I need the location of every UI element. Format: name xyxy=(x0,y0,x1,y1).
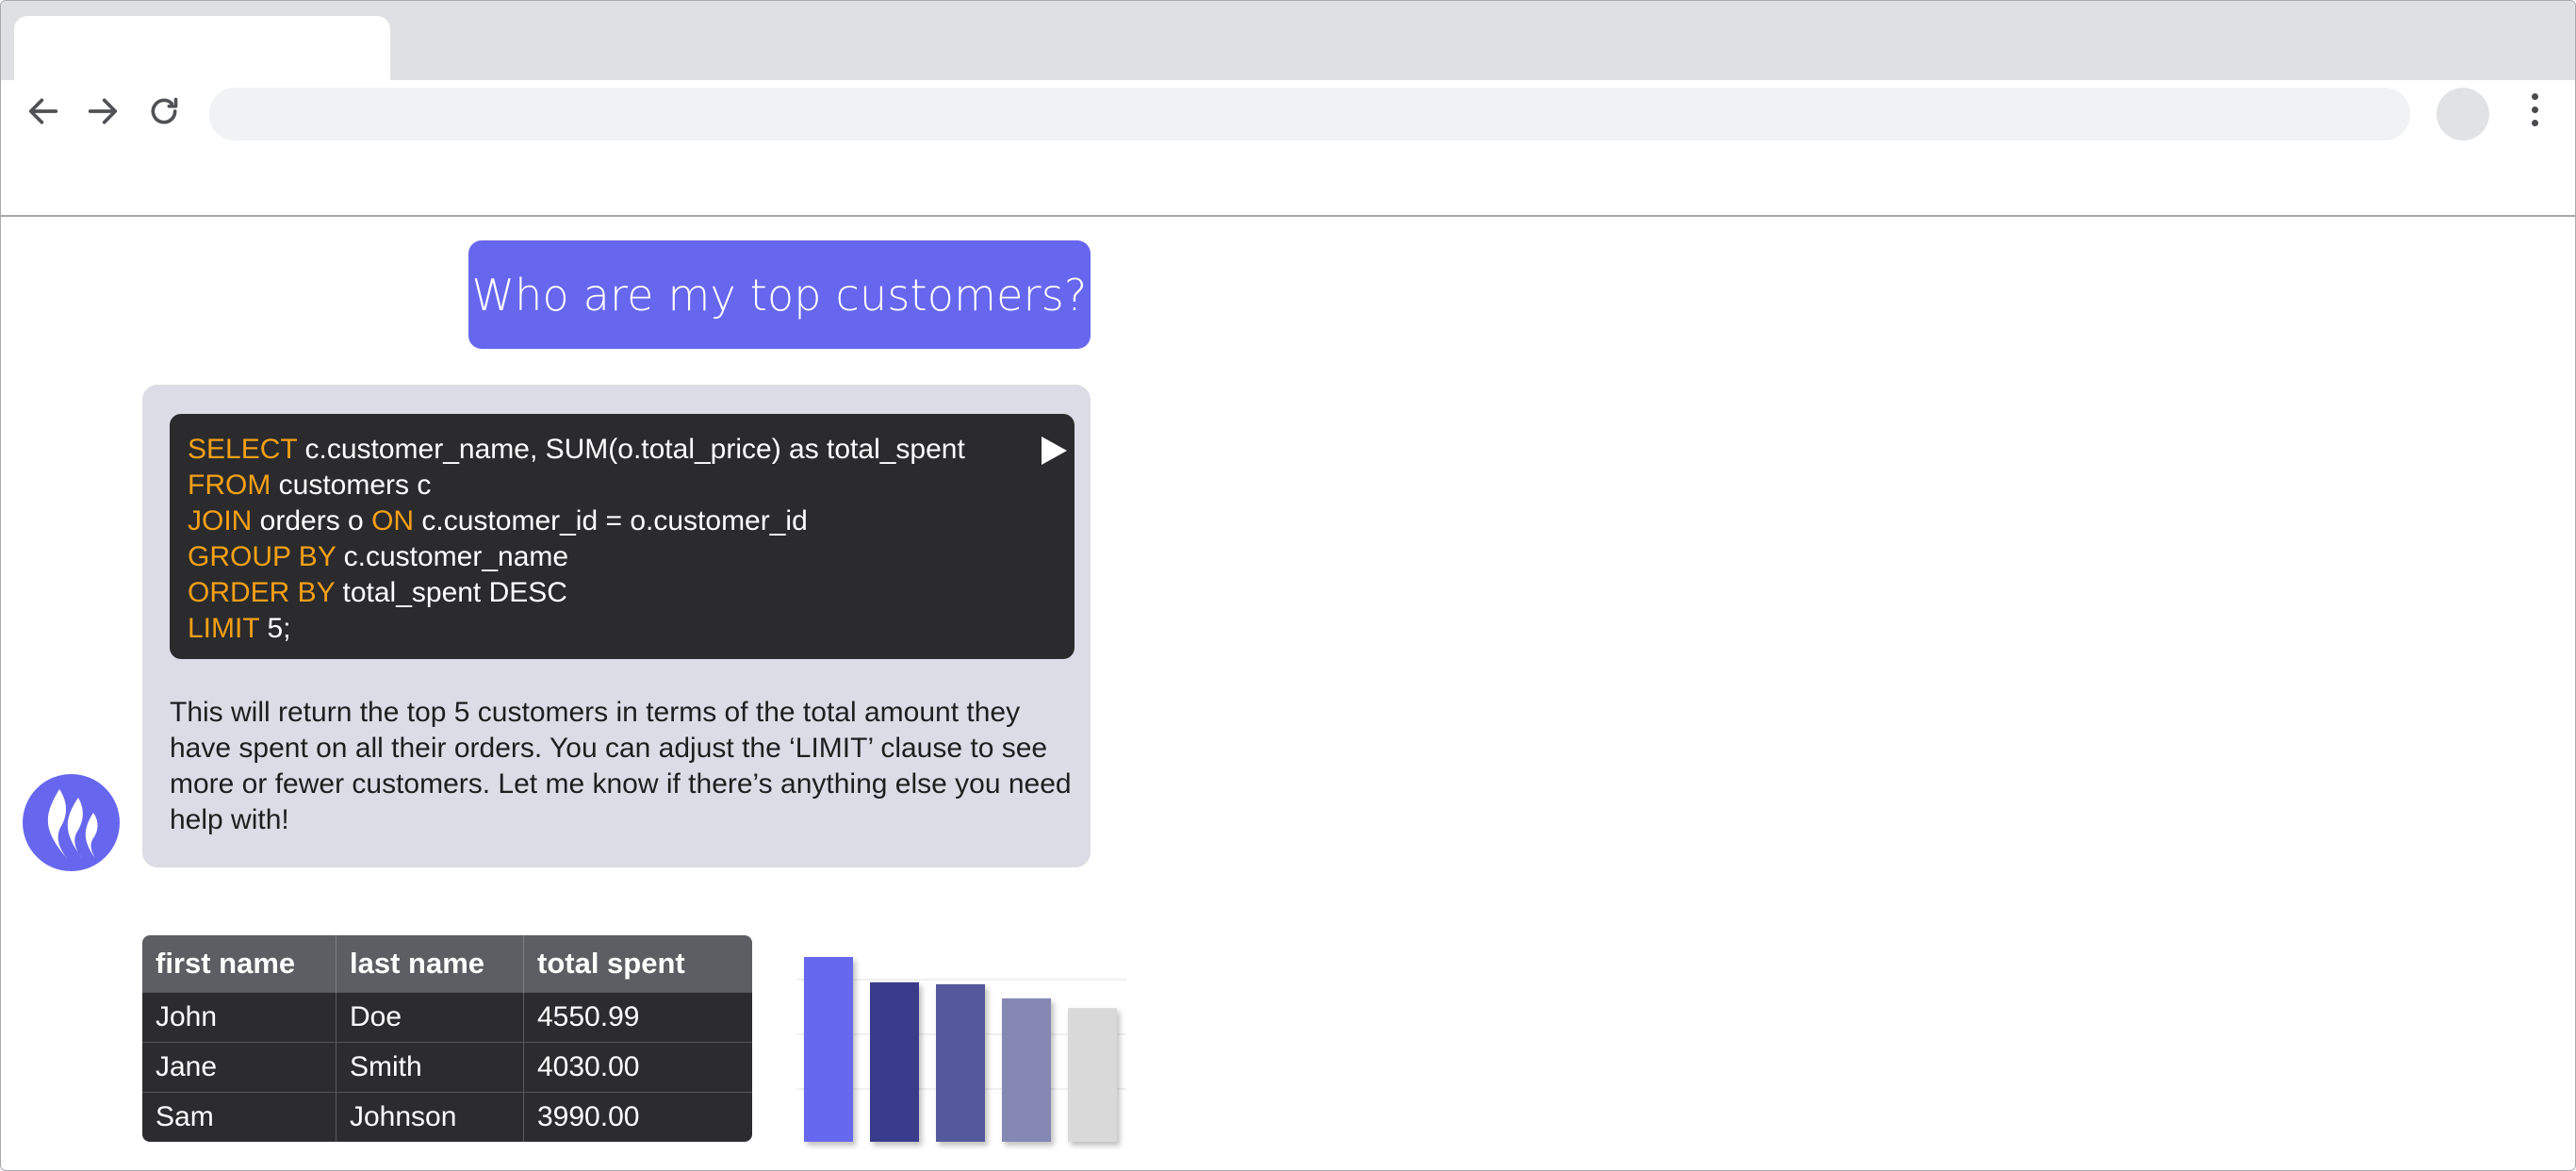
table-cell: 4550.99 xyxy=(523,992,752,1043)
table-row: John Doe 4550.99 xyxy=(142,992,752,1043)
browser-tab[interactable] xyxy=(14,16,390,80)
reload-icon xyxy=(151,97,178,124)
results-table: first name last name total spent John Do… xyxy=(142,935,752,1142)
code-text: c.customer_id = o.customer_id xyxy=(414,505,808,536)
table-row: Sam Johnson 3990.00 xyxy=(142,1092,752,1142)
code-keyword: ORDER BY xyxy=(188,577,336,608)
profile-avatar[interactable] xyxy=(2437,88,2489,140)
play-icon xyxy=(1042,437,1067,465)
code-keyword: GROUP BY xyxy=(188,541,336,572)
column-header: first name xyxy=(142,935,336,993)
code-keyword: FROM xyxy=(188,470,271,501)
code-line: LIMIT 5; xyxy=(188,613,291,644)
table-cell: Sam xyxy=(142,1092,336,1142)
arrow-left-icon xyxy=(28,98,58,124)
column-header: total spent xyxy=(523,935,752,993)
table-header-row: first name last name total spent xyxy=(142,935,752,993)
table-cell: Doe xyxy=(336,992,524,1043)
column-header: last name xyxy=(336,935,524,993)
table-cell: 4030.00 xyxy=(523,1042,752,1093)
chart-bar xyxy=(1002,998,1051,1142)
assistant-avatar xyxy=(23,774,120,871)
assistant-response-text: This will return the top 5 customers in … xyxy=(170,697,1072,835)
code-line: SELECT c.customer_name, SUM(o.total_pric… xyxy=(188,434,965,465)
code-text: c.customer_name xyxy=(336,541,569,572)
back-button[interactable] xyxy=(22,90,65,133)
forward-button[interactable] xyxy=(81,90,124,133)
chart-bar xyxy=(804,957,853,1142)
table-cell: Jane xyxy=(142,1042,336,1093)
code-text: orders o xyxy=(252,505,372,536)
assistant-message-bubble: SELECT c.customer_name, SUM(o.total_pric… xyxy=(142,385,1091,867)
code-keyword: LIMIT xyxy=(188,613,260,644)
url-bar[interactable] xyxy=(209,88,2410,140)
code-line: JOIN orders o ON c.customer_id = o.custo… xyxy=(188,505,808,536)
user-message-text: Who are my top customers? xyxy=(471,269,1088,321)
chart-bar xyxy=(1068,1008,1117,1142)
user-message-bubble: Who are my top customers? xyxy=(468,240,1091,349)
table-cell: 3990.00 xyxy=(523,1092,752,1142)
table-cell: Smith xyxy=(336,1042,524,1093)
run-query-button[interactable] xyxy=(1037,433,1071,469)
code-text: c.customer_name, SUM(o.total_price) as t… xyxy=(297,434,965,465)
bar-chart xyxy=(796,957,1126,1142)
chart-bars xyxy=(804,957,1117,1142)
table-row: Jane Smith 4030.00 xyxy=(142,1042,752,1093)
code-line: GROUP BY c.customer_name xyxy=(188,541,568,572)
code-text: 5; xyxy=(259,613,291,644)
code-text: total_spent DESC xyxy=(335,577,567,608)
chart-bar xyxy=(870,981,919,1142)
chart-bar xyxy=(936,983,985,1142)
table-cell: Johnson xyxy=(336,1092,524,1142)
code-keyword: ON xyxy=(371,505,415,536)
sql-code-block: SELECT c.customer_name, SUM(o.total_pric… xyxy=(170,414,1075,659)
reload-button[interactable] xyxy=(142,90,186,133)
table-cell: John xyxy=(142,992,336,1043)
browser-window: Who are my top customers? SELECT c.custo… xyxy=(0,0,2576,1171)
flame-icon xyxy=(47,788,98,858)
code-keyword: JOIN xyxy=(188,505,253,536)
code-text: customers c xyxy=(271,470,432,501)
kebab-menu-icon[interactable] xyxy=(2523,93,2546,135)
tab-strip xyxy=(1,1,2575,80)
arrow-right-icon xyxy=(88,98,118,124)
code-line: FROM customers c xyxy=(188,470,431,501)
sql-code: SELECT c.customer_name, SUM(o.total_pric… xyxy=(188,432,965,647)
code-line: ORDER BY total_spent DESC xyxy=(188,577,567,608)
code-keyword: SELECT xyxy=(188,434,298,465)
